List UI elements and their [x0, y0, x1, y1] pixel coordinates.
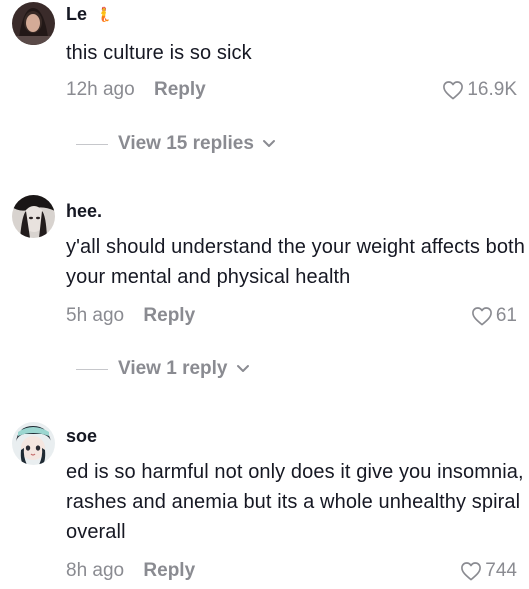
- heart-outline-icon: [460, 561, 482, 581]
- comment-text: ed is so harmful not only does it give y…: [66, 461, 524, 543]
- reply-button[interactable]: Reply: [143, 560, 195, 581]
- like-button[interactable]: 744: [460, 560, 517, 582]
- view-replies-label: View 1 reply: [118, 358, 228, 379]
- comment-text: y'all should understand the your weight …: [66, 236, 525, 288]
- like-count: 744: [485, 560, 517, 581]
- comment-text: this culture is so sick: [66, 42, 252, 64]
- comment-username[interactable]: Le 🧜: [66, 4, 112, 25]
- reply-button[interactable]: Reply: [143, 305, 195, 326]
- chevron-down-icon: [236, 364, 250, 374]
- heart-outline-icon: [442, 80, 464, 100]
- avatar[interactable]: [12, 422, 55, 465]
- divider-line: [76, 143, 108, 145]
- avatar[interactable]: [12, 195, 55, 238]
- like-button[interactable]: 61: [471, 305, 517, 327]
- like-count: 16.9K: [467, 79, 517, 100]
- heart-outline-icon: [471, 306, 493, 326]
- divider-line: [76, 368, 108, 370]
- view-replies-label: View 15 replies: [118, 133, 254, 154]
- chevron-down-icon: [262, 139, 276, 149]
- comment-meta: 12h ago Reply: [66, 79, 206, 101]
- view-replies-button[interactable]: View 1 reply: [76, 358, 250, 380]
- reply-button[interactable]: Reply: [154, 79, 206, 100]
- comment-time: 5h ago: [66, 305, 125, 326]
- view-replies-button[interactable]: View 15 replies: [76, 133, 276, 155]
- mermaid-emoji: 🧜: [95, 6, 113, 22]
- comment-meta: 8h ago Reply: [66, 560, 195, 582]
- comment-username[interactable]: soe: [66, 426, 97, 447]
- comment-time: 8h ago: [66, 560, 125, 581]
- avatar[interactable]: [12, 2, 55, 45]
- comment-time: 12h ago: [66, 79, 135, 100]
- comment-meta: 5h ago Reply: [66, 305, 195, 327]
- comment-username[interactable]: hee.: [66, 201, 102, 222]
- like-count: 61: [495, 305, 517, 326]
- like-button[interactable]: 16.9K: [442, 79, 517, 101]
